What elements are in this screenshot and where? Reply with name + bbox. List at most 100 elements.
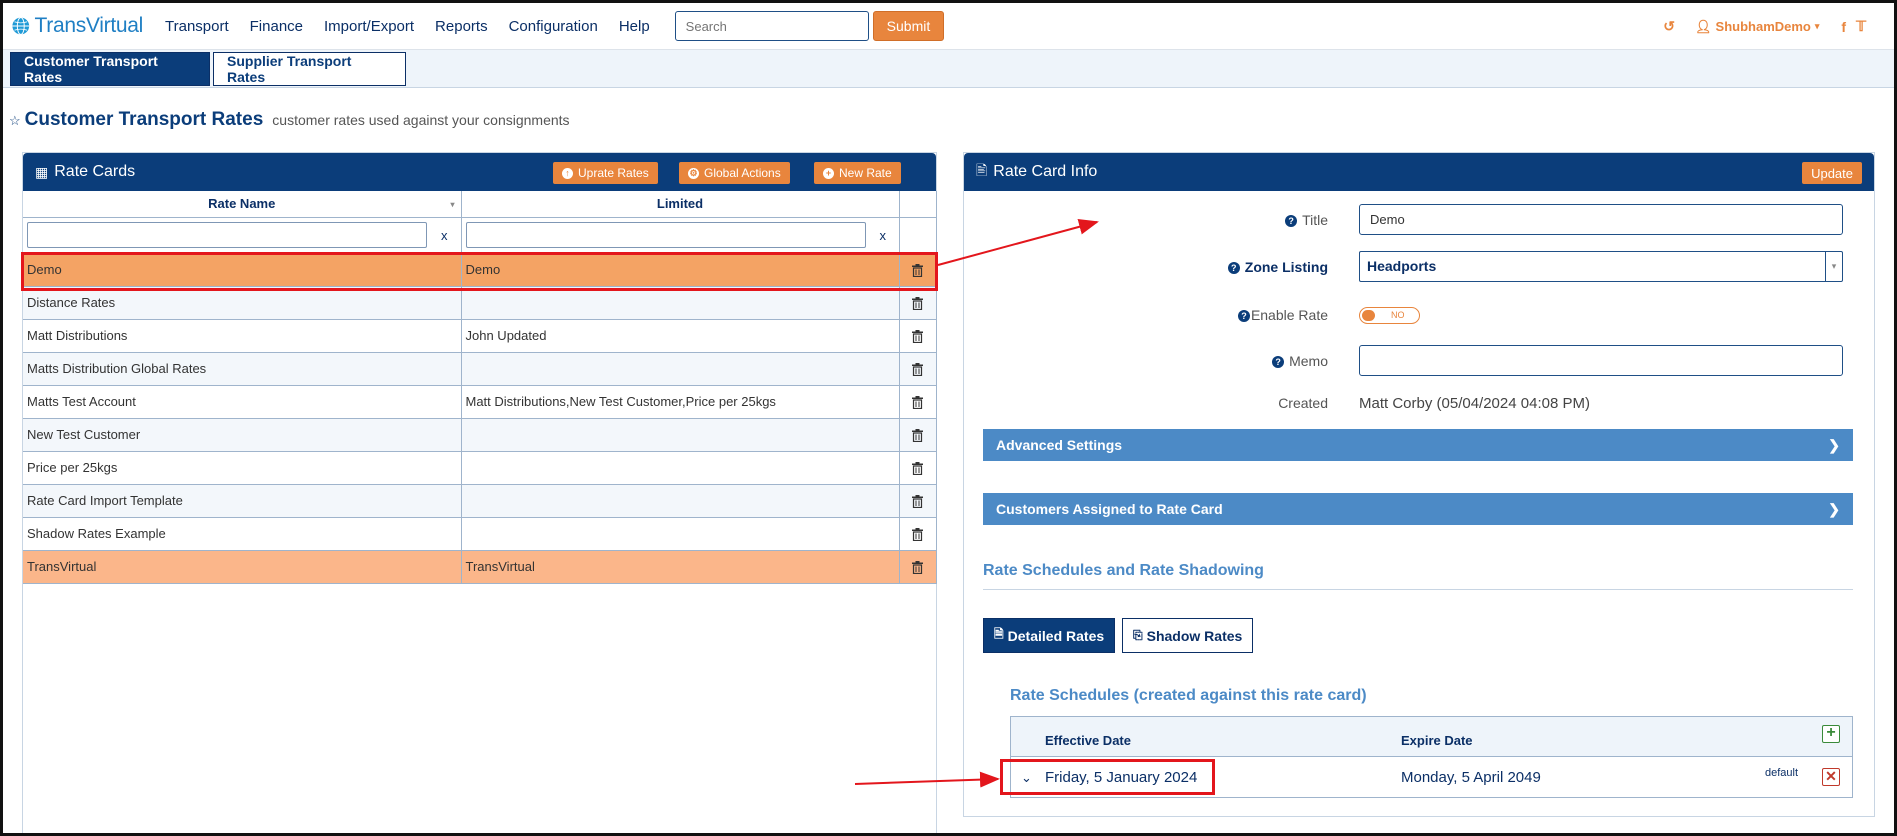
rate-name-cell[interactable]: Distance Rates: [23, 286, 462, 320]
uprate-rates-button[interactable]: ↑ Uprate Rates: [553, 162, 658, 184]
table-row[interactable]: Demo Demo: [23, 253, 937, 287]
rate-name-cell[interactable]: Shadow Rates Example: [23, 517, 462, 551]
memo-label: ? Memo: [1272, 353, 1328, 369]
tab-customer-rates[interactable]: Customer Transport Rates: [10, 52, 210, 86]
delete-cell: [899, 517, 937, 551]
clear-filter-button[interactable]: x: [880, 228, 887, 243]
toggle-knob: [1362, 310, 1375, 321]
help-icon[interactable]: ?: [1237, 310, 1250, 322]
table-row[interactable]: Price per 25kgs: [23, 451, 937, 485]
limited-cell[interactable]: [461, 517, 900, 551]
tab-supplier-rates[interactable]: Supplier Transport Rates: [213, 52, 406, 86]
help-icon[interactable]: ?: [1285, 215, 1298, 227]
history-icon[interactable]: ↺: [1663, 18, 1675, 35]
limited-cell[interactable]: John Updated: [461, 319, 900, 353]
advanced-settings-accordion[interactable]: Advanced Settings ❯: [983, 429, 1853, 461]
table-row[interactable]: Matts Distribution Global Rates: [23, 352, 937, 386]
trash-icon[interactable]: [912, 328, 923, 344]
global-actions-label: Global Actions: [704, 166, 781, 180]
new-rate-button[interactable]: + New Rate: [814, 162, 901, 184]
nav-import-export[interactable]: Import/Export: [324, 18, 414, 35]
brand-logo[interactable]: TransVirtual: [11, 12, 143, 40]
customers-assigned-accordion[interactable]: Customers Assigned to Rate Card ❯: [983, 493, 1853, 525]
tab-shadow-rates[interactable]: ⎘ Shadow Rates: [1122, 618, 1254, 653]
trash-icon[interactable]: [912, 394, 923, 410]
chevron-right-icon: ❯: [1828, 501, 1840, 517]
rate-name-cell[interactable]: Matt Distributions: [23, 319, 462, 353]
memo-row: ? Memo: [964, 345, 1874, 377]
user-menu[interactable]: ShubhamDemo: [1716, 19, 1811, 34]
nav-configuration[interactable]: Configuration: [509, 18, 598, 35]
table-row[interactable]: Distance Rates: [23, 286, 937, 320]
add-schedule-icon[interactable]: +: [1822, 725, 1840, 743]
rate-name-cell[interactable]: Demo: [23, 253, 462, 287]
section-tabs: Customer Transport Rates Supplier Transp…: [3, 50, 1894, 88]
table-row[interactable]: TransVirtual TransVirtual: [23, 550, 937, 584]
limited-cell[interactable]: [461, 286, 900, 320]
rate-name-filter-input[interactable]: [27, 222, 427, 248]
search-input[interactable]: [674, 11, 869, 41]
delete-cell: [899, 385, 937, 419]
limited-cell[interactable]: [461, 484, 900, 518]
rate-name-cell[interactable]: Price per 25kgs: [23, 451, 462, 485]
twitter-icon[interactable]: 𝕋: [1856, 18, 1866, 35]
rate-name-cell[interactable]: Matts Test Account: [23, 385, 462, 419]
zone-listing-select[interactable]: Headports ▾: [1359, 251, 1843, 282]
table-row[interactable]: Shadow Rates Example: [23, 517, 937, 551]
detailed-rates-label: Detailed Rates: [1007, 627, 1105, 644]
trash-icon[interactable]: [912, 361, 923, 377]
rate-name-cell[interactable]: Rate Card Import Template: [23, 484, 462, 518]
page-title: Customer Transport Rates: [24, 109, 264, 130]
limited-cell[interactable]: [461, 352, 900, 386]
star-icon[interactable]: ☆: [9, 113, 21, 129]
global-actions-button[interactable]: ⚙ Global Actions: [679, 162, 790, 184]
limited-cell[interactable]: [461, 418, 900, 452]
table-row[interactable]: Rate Card Import Template: [23, 484, 937, 518]
zone-listing-row: ? Zone Listing Headports ▾: [964, 251, 1874, 283]
trash-icon[interactable]: [912, 295, 923, 311]
update-button[interactable]: Update: [1802, 162, 1862, 184]
nav-reports[interactable]: Reports: [435, 18, 488, 35]
sort-icon[interactable]: ▾: [450, 200, 454, 209]
limited-cell[interactable]: [461, 451, 900, 485]
table-row[interactable]: New Test Customer: [23, 418, 937, 452]
submit-button[interactable]: Submit: [872, 11, 945, 41]
memo-input[interactable]: [1359, 345, 1843, 376]
clear-filter-button[interactable]: x: [441, 228, 448, 243]
limited-cell[interactable]: TransVirtual: [461, 550, 900, 584]
trash-icon[interactable]: [912, 559, 923, 575]
trash-icon[interactable]: [912, 526, 923, 542]
title-input[interactable]: Demo: [1359, 204, 1843, 235]
limited-cell[interactable]: Matt Distributions,New Test Customer,Pri…: [461, 385, 900, 419]
nav-transport[interactable]: Transport: [165, 18, 229, 35]
nav-help[interactable]: Help: [619, 18, 650, 35]
trash-icon[interactable]: [912, 460, 923, 476]
chevron-down-icon[interactable]: ▾: [1815, 21, 1820, 32]
schedule-row[interactable]: ⌄ Friday, 5 January 2024 Monday, 5 April…: [1011, 757, 1852, 797]
trash-icon[interactable]: [912, 427, 923, 443]
page-subtitle: customer rates used against your consign…: [272, 112, 570, 128]
nav-finance[interactable]: Finance: [250, 18, 303, 35]
limited-cell[interactable]: Demo: [461, 253, 900, 287]
dropdown-caret-icon[interactable]: ▾: [1825, 252, 1842, 281]
tab-detailed-rates[interactable]: 🗎︎ Detailed Rates: [983, 618, 1116, 653]
rate-name-cell[interactable]: New Test Customer: [23, 418, 462, 452]
facebook-icon[interactable]: f: [1841, 19, 1846, 35]
limited-filter-input[interactable]: [465, 222, 866, 248]
zone-listing-label: ? Zone Listing: [1227, 259, 1328, 275]
help-icon[interactable]: ?: [1227, 262, 1240, 274]
delete-schedule-icon[interactable]: ✕: [1822, 768, 1840, 786]
rate-schedules-heading: Rate Schedules and Rate Shadowing: [983, 562, 1264, 579]
table-row[interactable]: Matt Distributions John Updated: [23, 319, 937, 353]
help-icon[interactable]: ?: [1272, 356, 1285, 368]
trash-icon[interactable]: [912, 493, 923, 509]
chevron-down-icon[interactable]: ⌄: [1021, 770, 1032, 786]
column-header-rate-name[interactable]: Rate Name ▾: [23, 191, 462, 218]
rate-name-cell[interactable]: Matts Distribution Global Rates: [23, 352, 462, 386]
rate-name-cell[interactable]: TransVirtual: [23, 550, 462, 584]
table-row[interactable]: Matts Test Account Matt Distributions,New…: [23, 385, 937, 419]
enable-rate-toggle[interactable]: NO: [1359, 307, 1420, 324]
document-icon: 🗎︎: [994, 627, 1004, 641]
column-header-limited[interactable]: Limited: [461, 191, 900, 218]
trash-icon[interactable]: [912, 262, 923, 278]
